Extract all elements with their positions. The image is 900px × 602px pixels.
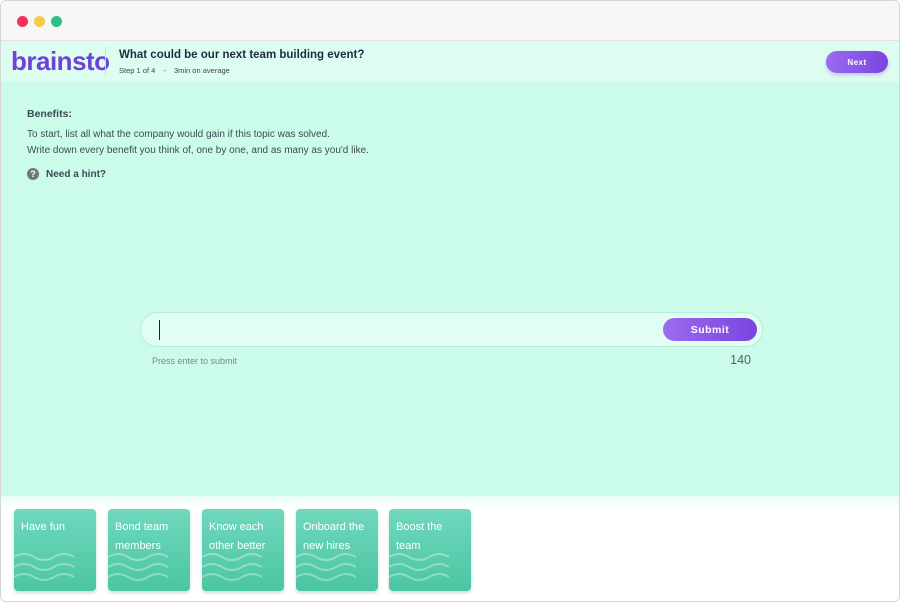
wave-lines-icon	[14, 553, 75, 581]
brainsto-logo[interactable]: brainsto	[11, 45, 110, 77]
window-titlebar	[1, 1, 899, 41]
topic-title: What could be our next team building eve…	[119, 49, 365, 61]
question-circle-icon: ?	[27, 168, 39, 180]
step-info: Step 1 of 4 - 3min on average	[119, 66, 236, 75]
next-button[interactable]: Next	[826, 51, 888, 73]
idea-card[interactable]: Have fun	[14, 509, 96, 591]
hint-link[interactable]: ? Need a hint?	[27, 168, 106, 180]
character-counter: 140	[730, 353, 751, 367]
section-title: Benefits:	[27, 108, 72, 120]
step-label: Step 1 of 4	[119, 66, 156, 75]
instruction-line-1: To start, list all what the company woul…	[27, 129, 330, 140]
minimize-dot-icon[interactable]	[34, 16, 45, 27]
wave-lines-icon	[296, 553, 357, 581]
maximize-dot-icon[interactable]	[51, 16, 62, 27]
submit-button[interactable]: Submit	[663, 318, 757, 341]
wave-lines-icon	[202, 553, 263, 581]
idea-input[interactable]: Submit	[140, 312, 763, 347]
instruction-line-2: Write down every benefit you think of, o…	[27, 145, 369, 156]
wave-lines-icon	[389, 553, 450, 581]
ideas-tray: Have fun Bond team members Know each oth…	[1, 496, 899, 601]
tray-divider	[1, 496, 899, 508]
idea-card[interactable]: Know each other better	[202, 509, 284, 591]
idea-card-text: Have fun	[21, 521, 66, 533]
close-dot-icon[interactable]	[17, 16, 28, 27]
idea-card[interactable]: Boost the team	[389, 509, 471, 591]
app-header: brainsto What could be our next team bui…	[1, 41, 899, 82]
idea-card[interactable]: Onboard the new hires	[296, 509, 378, 591]
header-divider	[105, 47, 106, 76]
wave-lines-icon	[108, 553, 169, 581]
main-panel: Benefits: To start, list all what the co…	[1, 82, 899, 496]
input-helper-text: Press enter to submit	[152, 356, 238, 366]
text-caret	[159, 320, 160, 340]
duration-label: 3min on average	[173, 66, 230, 75]
idea-card[interactable]: Bond team members	[108, 509, 190, 591]
hint-label: Need a hint?	[46, 168, 107, 180]
step-separator: -	[163, 66, 166, 75]
browser-window: brainsto What could be our next team bui…	[0, 0, 900, 602]
